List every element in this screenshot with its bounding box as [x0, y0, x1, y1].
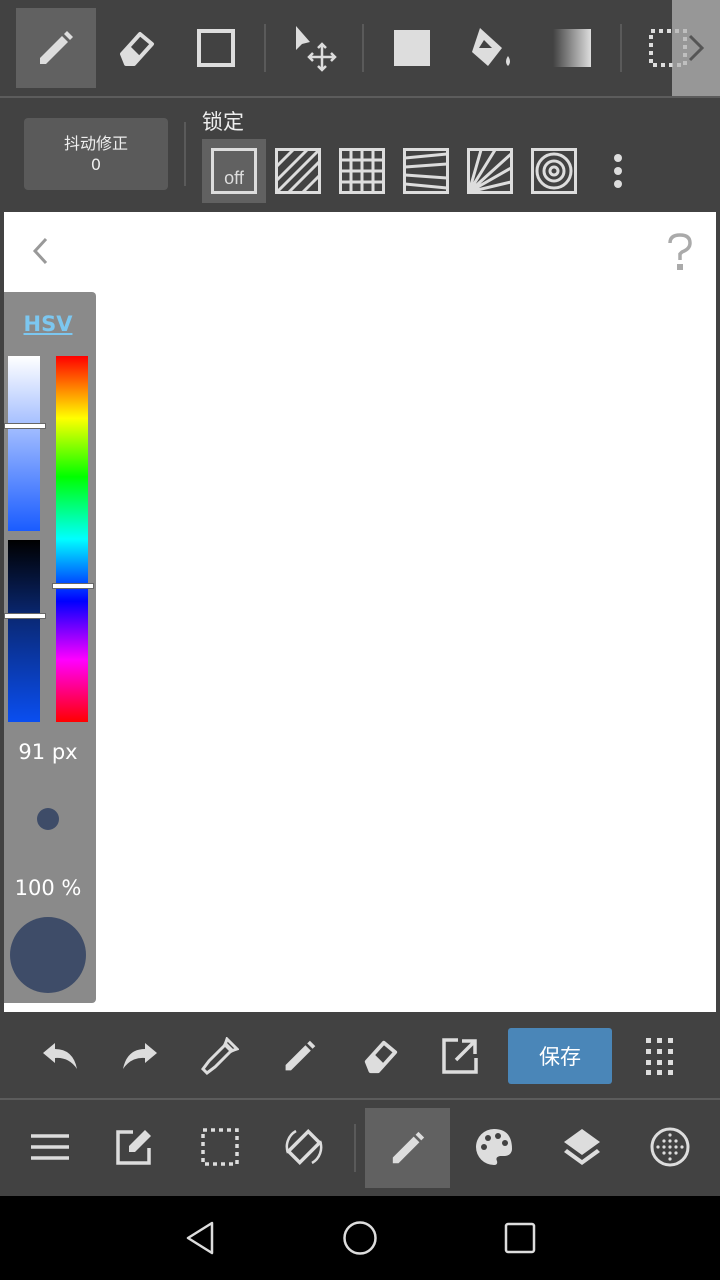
system-home-button[interactable] — [330, 1208, 390, 1268]
export-button[interactable] — [436, 1032, 484, 1080]
rectangle-icon — [197, 29, 235, 67]
palette-icon — [476, 1129, 512, 1165]
bucket-tool-button[interactable] — [452, 8, 532, 88]
nav-material-button[interactable] — [640, 1110, 700, 1184]
grid-menu-button[interactable] — [636, 1032, 684, 1080]
pen-shortcut-button[interactable] — [276, 1032, 324, 1080]
eyedropper-button[interactable] — [196, 1032, 244, 1080]
move-icon — [296, 26, 337, 72]
more-options-button[interactable] — [598, 139, 638, 203]
color-mode-toggle[interactable]: HSV — [4, 312, 92, 336]
system-recents-button[interactable] — [490, 1208, 550, 1268]
nav-palette-button[interactable] — [464, 1110, 524, 1184]
pen-tool-button[interactable] — [16, 8, 96, 88]
chevron-left-icon — [32, 237, 48, 265]
gradient-tool-button[interactable] — [532, 8, 612, 88]
snap-concentric-button[interactable] — [522, 139, 586, 203]
rotate-screen-icon — [285, 1128, 323, 1166]
save-label: 保存 — [539, 1045, 581, 1069]
nav-rotate-button[interactable] — [274, 1110, 334, 1184]
dots-grid-icon — [646, 1038, 673, 1075]
hue-handle[interactable] — [52, 583, 94, 589]
external-link-icon — [442, 1038, 478, 1074]
triangle-back-icon — [186, 1221, 214, 1255]
bucket-icon — [472, 28, 510, 66]
snap-radial-button[interactable] — [458, 139, 522, 203]
snap-parallel-button[interactable] — [266, 139, 330, 203]
fill-rect-icon — [394, 30, 430, 66]
value-handle[interactable] — [4, 613, 46, 619]
top-toolbar — [0, 0, 720, 96]
snap-off-button[interactable]: off — [202, 139, 266, 203]
nav-layers-button[interactable] — [552, 1110, 612, 1184]
eyedropper-icon — [201, 1037, 239, 1075]
circle-home-icon — [343, 1221, 377, 1255]
square-recents-icon — [504, 1222, 536, 1254]
nav-selection-button[interactable] — [190, 1110, 250, 1184]
concentric-circles-icon — [531, 148, 577, 194]
hue-slider[interactable] — [56, 356, 88, 722]
pen-icon — [40, 31, 73, 64]
drawing-canvas[interactable] — [4, 212, 716, 1012]
selection-icon — [201, 1128, 239, 1166]
pen-icon — [285, 1040, 316, 1071]
opacity-value[interactable]: 100 % — [4, 876, 92, 900]
chevron-right-icon — [688, 34, 705, 62]
stabilizer-button[interactable]: 抖动修正 0 — [24, 118, 168, 190]
fill-rect-tool-button[interactable] — [372, 8, 452, 88]
current-color-swatch[interactable] — [10, 917, 86, 993]
snap-label: 锁定 — [202, 110, 244, 134]
perspective-icon — [403, 148, 449, 194]
radial-lines-icon — [467, 148, 513, 194]
back-button[interactable] — [22, 232, 58, 270]
undo-button[interactable] — [36, 1032, 84, 1080]
saturation-handle[interactable] — [4, 423, 46, 429]
gradient-icon — [553, 29, 591, 67]
rectangle-tool-button[interactable] — [176, 8, 256, 88]
question-icon — [668, 233, 692, 270]
value-slider[interactable] — [8, 540, 40, 722]
toolbar-divider — [0, 96, 720, 98]
brush-size-value[interactable]: 91 px — [4, 740, 92, 764]
brush-size-preview — [37, 808, 59, 830]
color-panel: HSV 91 px 100 % — [4, 292, 96, 1003]
eraser-icon — [120, 32, 154, 66]
material-icon — [650, 1127, 690, 1167]
stabilizer-label: 抖动修正 — [63, 134, 128, 153]
grid-icon — [339, 148, 385, 194]
snap-perspective-button[interactable] — [394, 139, 458, 203]
edit-icon — [116, 1130, 151, 1165]
stabilizer-value: 0 — [90, 155, 102, 174]
parallel-lines-icon — [275, 148, 321, 194]
more-vertical-icon — [614, 154, 622, 188]
undo-icon — [43, 1043, 77, 1069]
redo-button[interactable] — [116, 1032, 164, 1080]
nav-edit-button[interactable] — [104, 1110, 164, 1184]
hamburger-menu-icon — [31, 1134, 69, 1160]
layers-icon — [564, 1129, 600, 1165]
eraser-tool-button[interactable] — [96, 8, 176, 88]
pen-icon — [392, 1131, 424, 1164]
expand-toolbar-button[interactable] — [672, 0, 720, 96]
help-button[interactable] — [660, 230, 700, 274]
snap-grid-button[interactable] — [330, 139, 394, 203]
eraser-shortcut-button[interactable] — [356, 1032, 404, 1080]
snap-off-label: off — [224, 168, 244, 188]
system-back-button[interactable] — [170, 1208, 230, 1268]
eraser-icon — [364, 1040, 398, 1074]
nav-pen-button[interactable] — [365, 1108, 450, 1188]
save-button[interactable]: 保存 — [508, 1028, 612, 1084]
saturation-slider[interactable] — [8, 356, 40, 531]
nav-menu-button[interactable] — [20, 1110, 80, 1184]
redo-icon — [123, 1043, 157, 1069]
move-tool-button[interactable] — [276, 8, 356, 88]
